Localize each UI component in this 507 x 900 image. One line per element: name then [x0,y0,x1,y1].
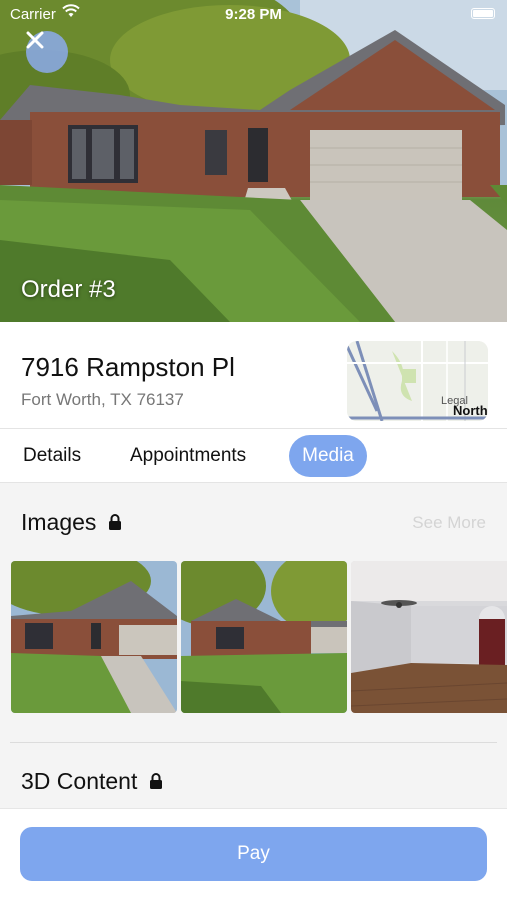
lock-icon [109,514,122,530]
close-icon [26,31,44,49]
house-angle-photo [181,561,347,713]
pay-button[interactable]: Pay [20,827,487,881]
status-bar: Carrier 9:28 PM [0,0,507,28]
map-thumbnail[interactable]: Legal North [347,341,488,421]
media-thumbnail[interactable] [351,561,507,713]
images-section-title: Images [21,509,97,535]
close-button[interactable] [26,31,68,73]
street-address: 7916 Rampston Pl [21,352,235,382]
segmented-tabs: Details Appointments Media [0,428,507,483]
see-more-link[interactable]: See More [412,513,486,533]
clock-time: 9:28 PM [225,6,282,23]
address-card: 7916 Rampston Pl Fort Worth, TX 76137 Le… [0,322,507,428]
bottom-action-bar: Pay [0,808,507,900]
city-state-zip: Fort Worth, TX 76137 [21,390,184,409]
section-divider [10,742,497,743]
3d-content-section-header: 3D Content [21,768,163,795]
lock-icon [150,773,163,789]
media-thumbnail[interactable] [181,561,347,713]
images-section-header: Images [21,509,122,536]
tab-media[interactable]: Media [289,435,367,477]
tab-details[interactable]: Details [11,435,93,477]
order-title: Order #3 [21,276,116,303]
hero-photo: Carrier 9:28 PM Order #3 [0,0,507,322]
interior-room-photo [351,561,507,713]
media-thumbnail[interactable] [11,561,177,713]
house-front-photo [11,561,177,713]
battery-icon [471,8,495,19]
tab-appointments[interactable]: Appointments [118,435,258,477]
3d-content-section-title: 3D Content [21,768,138,794]
map-place-label: North [453,403,488,418]
house-exterior-image [0,0,507,322]
